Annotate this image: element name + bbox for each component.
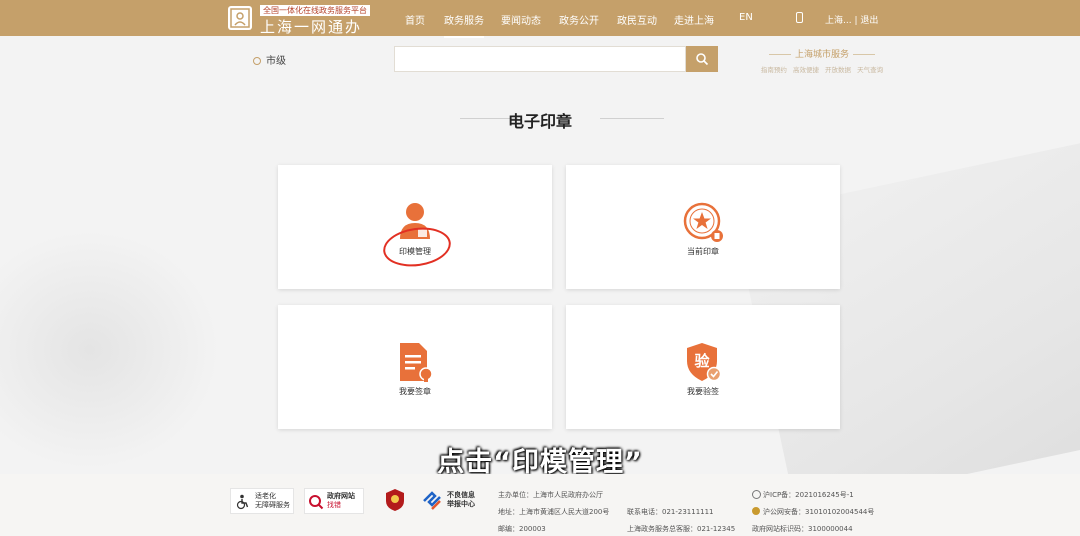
nav-english[interactable]: EN: [739, 12, 753, 23]
footer-hotline: 上海政务服务总客服：021-12345: [627, 525, 736, 533]
badge-line: 政府网站: [327, 492, 355, 500]
location-pin-icon: [253, 57, 261, 65]
card-verify-signature[interactable]: 验 我要验签: [566, 305, 840, 429]
nav-home[interactable]: 首页: [405, 12, 425, 27]
footer-site-code: 政府网站标识码：3100000044: [752, 525, 853, 533]
promo-title: 上海城市服务: [752, 47, 892, 60]
promo-links: 指南预约 高效便捷 开放数据 天气查询: [752, 64, 892, 74]
gov-website-error-badge[interactable]: 政府网站 找错: [304, 488, 364, 514]
mobile-icon[interactable]: [796, 12, 803, 23]
logout-link[interactable]: 退出: [860, 16, 878, 26]
card-sign-document[interactable]: 我要签章: [278, 305, 552, 429]
globe-icon: [752, 490, 761, 499]
document-sign-icon: [400, 343, 433, 382]
city-service-promo[interactable]: 上海城市服务 指南预约 高效便捷 开放数据 天气查询: [752, 47, 892, 74]
footer-postcode: 邮编：200003: [498, 525, 546, 533]
site-name[interactable]: 上海一网通办: [260, 16, 362, 37]
nav-news[interactable]: 要闻动态: [501, 12, 541, 27]
promo-link[interactable]: 高效便捷: [793, 66, 819, 74]
search-button[interactable]: [686, 46, 718, 72]
national-emblem-icon[interactable]: [385, 488, 405, 512]
badge-line: 举报中心: [447, 500, 475, 508]
seal-icon: [683, 202, 723, 242]
badge-line: 适老化: [255, 492, 276, 500]
promo-link[interactable]: 天气查询: [857, 66, 883, 74]
card-label: 我要签章: [399, 387, 431, 396]
background-decoration: [0, 230, 220, 470]
footer-icp[interactable]: 沪ICP备：2021016245号-1: [763, 490, 854, 500]
magnifier-icon: [309, 495, 324, 510]
nav-interaction[interactable]: 政民互动: [617, 12, 657, 27]
card-label: 当前印章: [687, 247, 719, 256]
footer-address: 地址：上海市黄浦区人民大道200号: [498, 508, 610, 516]
wheelchair-icon: [236, 494, 249, 510]
badge-line: 不良信息: [447, 491, 475, 499]
accessibility-badge[interactable]: 适老化 无障碍服务: [230, 488, 294, 514]
footer-phone: 联系电话：021-23111111: [627, 508, 714, 516]
search-input[interactable]: [394, 46, 686, 72]
svg-text:验: 验: [694, 352, 710, 370]
police-badge-icon: [752, 507, 760, 515]
report-logo-icon: [423, 491, 441, 510]
nav-about-shanghai[interactable]: 走进上海: [674, 12, 714, 27]
title-divider-right: [600, 118, 664, 119]
badge-line: 无障碍服务: [255, 501, 290, 509]
verify-shield-icon: 验: [687, 343, 722, 382]
footer: 适老化 无障碍服务 政府网站 找错 不良信息 举报中心 主办单位：上海市人民政府…: [0, 474, 1080, 536]
promo-link[interactable]: 开放数据: [825, 66, 851, 74]
site-tagline: 全国一体化在线政务服务平台: [260, 5, 370, 16]
footer-police[interactable]: 沪公网安备：31010102004544号: [763, 507, 874, 517]
nav-gov-open[interactable]: 政务公开: [559, 12, 599, 27]
promo-link[interactable]: 指南预约: [761, 66, 787, 74]
badge-line: 找错: [327, 501, 341, 509]
user-name[interactable]: 上海...: [825, 16, 852, 26]
page-title: 电子印章: [507, 112, 572, 131]
nav-gov-services[interactable]: 政务服务: [444, 12, 484, 38]
user-area: 上海... | 退出: [825, 13, 878, 26]
site-logo-icon[interactable]: [228, 6, 252, 30]
region-label: 市级: [266, 56, 286, 67]
card-current-seal[interactable]: 当前印章: [566, 165, 840, 289]
report-center-badge[interactable]: 不良信息 举报中心: [422, 488, 484, 514]
card-label: 我要验签: [687, 387, 719, 396]
region-selector[interactable]: 市级: [253, 52, 286, 67]
search-icon: [696, 53, 709, 66]
footer-sponsor: 主办单位：上海市人民政府办公厅: [498, 491, 603, 499]
top-header: 全国一体化在线政务服务平台 上海一网通办 首页 政务服务 要闻动态 政务公开 政…: [0, 0, 1080, 38]
